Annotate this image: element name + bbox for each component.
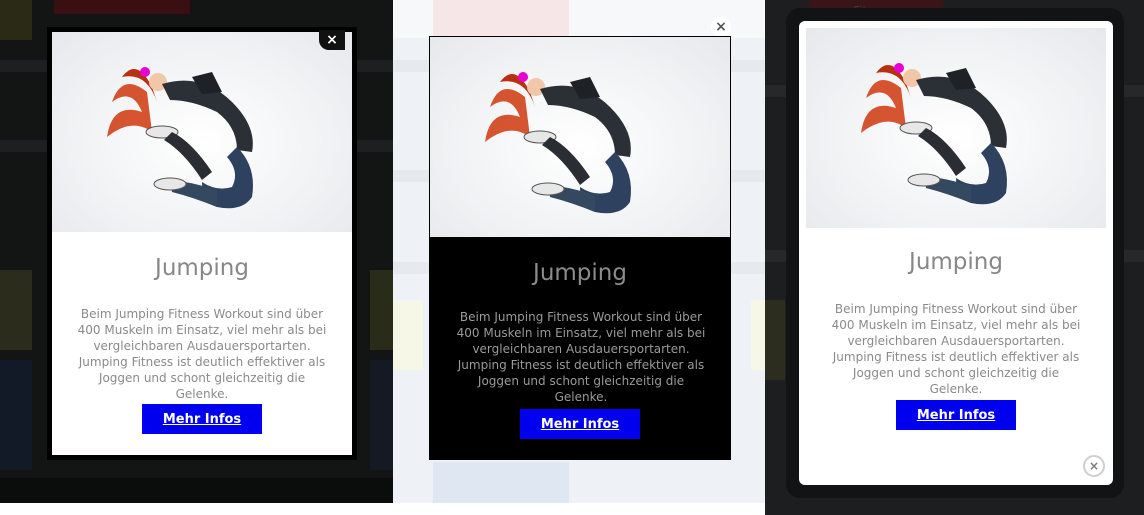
modal-description: Beim Jumping Fitness Workout sind über 4… — [77, 307, 327, 401]
background-tile — [751, 300, 765, 370]
background-tile — [433, 0, 569, 38]
background-tile — [54, 0, 190, 14]
close-icon[interactable]: × — [1083, 455, 1105, 477]
jumping-woman-image — [861, 63, 1007, 205]
jumping-woman-image — [485, 72, 631, 214]
background-tile — [433, 462, 569, 503]
modal-title: Jumping — [533, 260, 627, 286]
background-tile — [0, 0, 32, 40]
background-tile — [0, 270, 32, 350]
modal-description: Beim Jumping Fitness Workout sind über 4… — [831, 302, 1081, 396]
jumping-woman-image — [107, 67, 253, 209]
modal-popup-black-frame: Jumping Beim Jumping Fitness Workout sin… — [47, 27, 357, 460]
background-tile — [370, 360, 393, 470]
modal-title: Jumping — [155, 255, 249, 281]
more-info-button[interactable]: Mehr Infos — [520, 409, 640, 439]
modal-popup-rounded: Jumping Beim Jumping Fitness Workout sin… — [799, 21, 1113, 485]
background-tile — [0, 478, 393, 503]
modal-popup-dark-body: Jumping Beim Jumping Fitness Workout sin… — [429, 36, 731, 460]
background-tile — [393, 300, 423, 370]
background-tile — [765, 300, 785, 380]
background-tile — [370, 270, 393, 350]
modal-description: Beim Jumping Fitness Workout sind über 4… — [456, 310, 706, 404]
close-icon[interactable]: × — [319, 30, 345, 50]
more-info-button[interactable]: Mehr Infos — [896, 400, 1016, 430]
modal-image — [806, 28, 1106, 228]
more-info-button[interactable]: Mehr Infos — [142, 404, 262, 434]
modal-image — [430, 37, 730, 237]
close-icon[interactable]: × — [711, 17, 731, 37]
background-tile — [0, 360, 32, 470]
modal-content: Jumping Beim Jumping Fitness Workout sin… — [52, 32, 352, 455]
modal-title: Jumping — [909, 249, 1003, 275]
modal-image — [52, 32, 352, 232]
